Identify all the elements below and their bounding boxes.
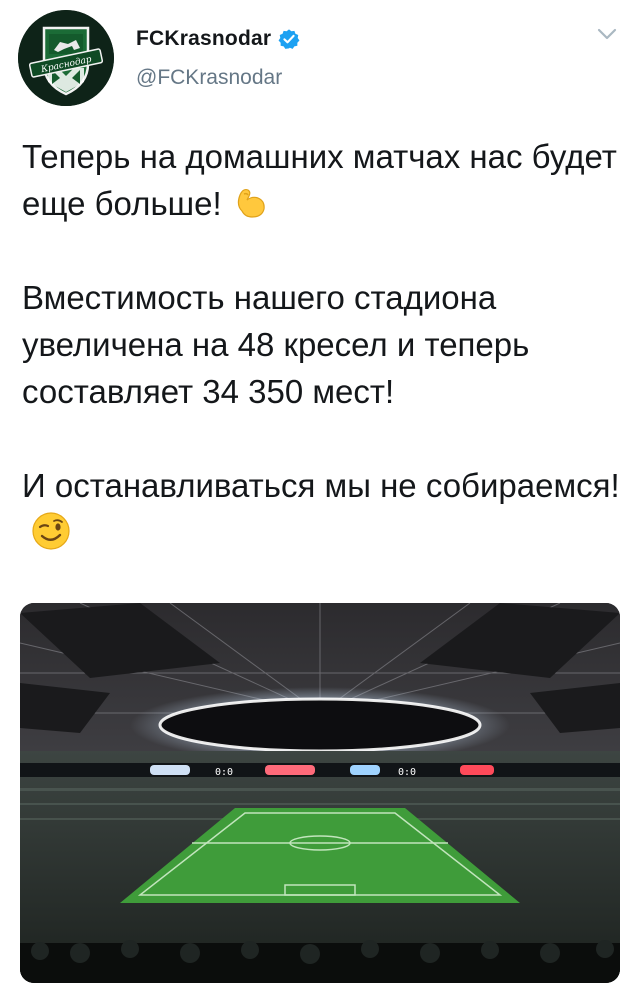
flexed-biceps-icon <box>237 188 265 218</box>
foreground-crowd <box>20 943 620 983</box>
verified-badge-icon <box>278 29 300 49</box>
scoreboard-right: 0:0 <box>398 767 416 778</box>
account-handle[interactable]: @FCKrasnodar <box>136 66 282 90</box>
scoreboard-band: 0:0 0:0 <box>20 763 620 778</box>
stadium-photo: 0:0 0:0 <box>20 603 620 983</box>
display-name[interactable]: FCKrasnodar <box>136 27 271 51</box>
tweet-header: Краснодар FCKrasnodar @FCKrasnodar <box>0 0 640 120</box>
tweet-paragraph: Теперь на домашних матчах нас будет еще … <box>22 138 617 222</box>
scoreboard-left: 0:0 <box>215 767 233 778</box>
tweet-paragraph: И останавливаться мы не собираемся! <box>22 462 622 556</box>
avatar[interactable]: Краснодар <box>18 10 114 106</box>
tweet-paragraph: Вместимость нашего стадиона увеличена на… <box>22 279 530 410</box>
tweet-text: Теперь на домашних матчах нас будет еще … <box>22 133 622 556</box>
winking-face-icon <box>32 512 70 550</box>
tweet-photo[interactable]: 0:0 0:0 <box>20 603 620 983</box>
chevron-down-icon[interactable] <box>596 26 618 42</box>
club-crest-icon: Краснодар <box>18 10 114 106</box>
